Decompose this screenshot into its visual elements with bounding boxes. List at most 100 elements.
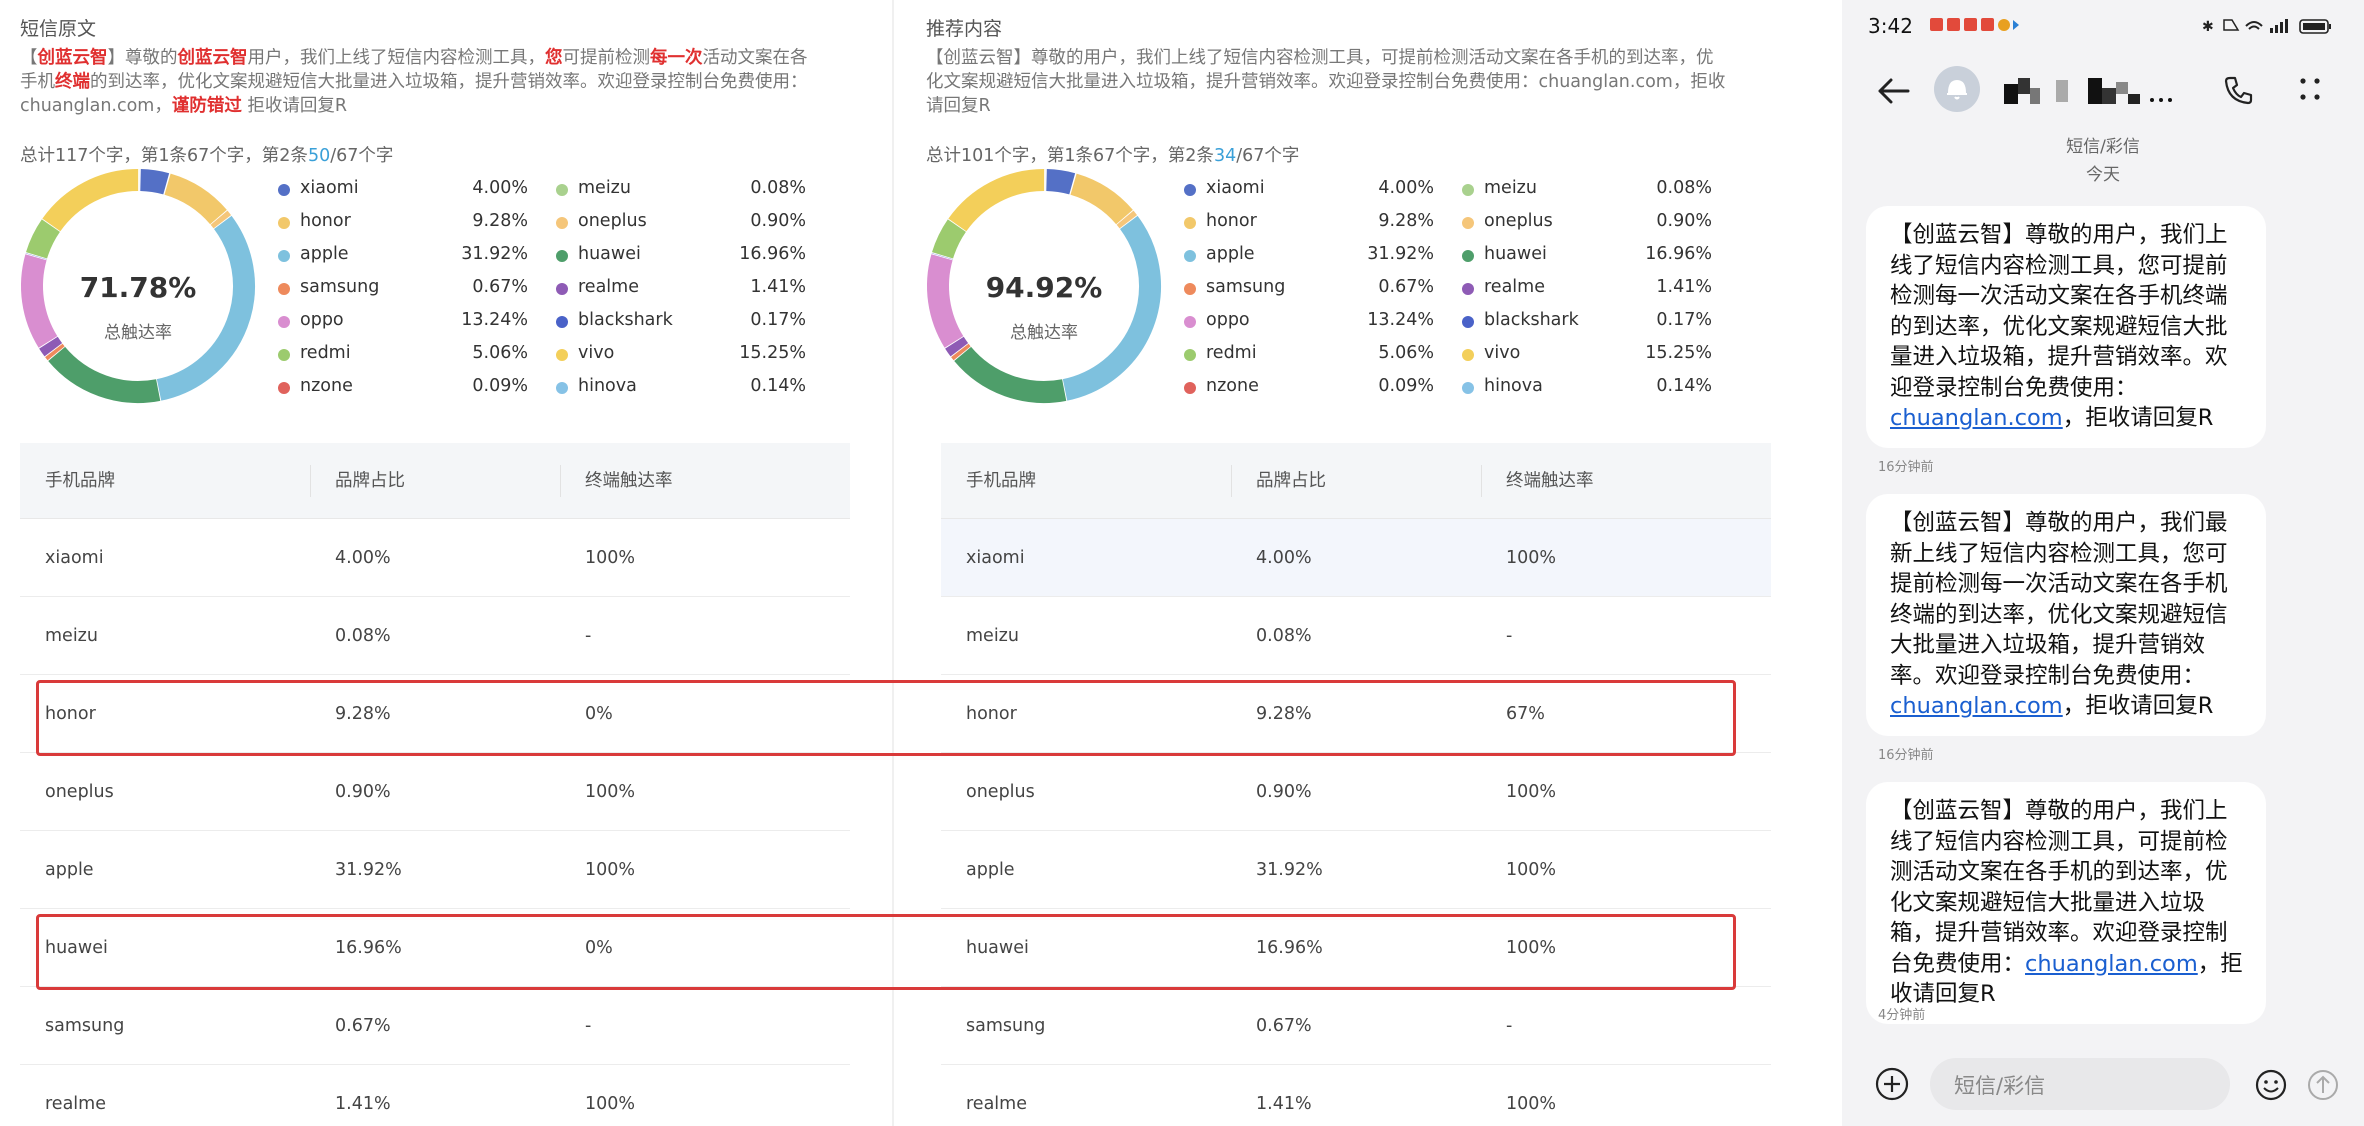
emoji-icon[interactable]	[2254, 1068, 2288, 1102]
donut-slice-apple[interactable]	[156, 215, 255, 401]
legend-item-samsung[interactable]: samsung 0.67%	[1184, 277, 1434, 301]
legend-item-meizu[interactable]: meizu 0.08%	[1462, 178, 1712, 202]
legend-item-redmi[interactable]: redmi 5.06%	[1184, 343, 1434, 367]
legend-color-dot	[1462, 250, 1474, 262]
donut-slice-vivo[interactable]	[42, 169, 139, 232]
message-bubble[interactable]: 【创蓝云智】尊敬的用户，我们上线了短信内容检测工具，可提前检测活动文案在各手机的…	[1866, 782, 2266, 1024]
table-row-meizu[interactable]: meizu 0.08% -	[20, 597, 850, 675]
donut-slice-honor[interactable]	[164, 173, 227, 225]
legend-value: 0.14%	[750, 376, 806, 396]
redacted-contact-name	[2004, 74, 2184, 108]
table-row-realme[interactable]: realme 1.41% 100%	[20, 1065, 850, 1126]
message-bubble[interactable]: 【创蓝云智】尊敬的用户，我们上线了短信内容检测工具，您可提前检测每一次活动文案在…	[1866, 206, 2266, 448]
cell-reach-rate: -	[585, 626, 592, 646]
contact-avatar[interactable]	[1934, 66, 1980, 112]
table-row-oneplus[interactable]: oneplus 0.90% 100%	[941, 753, 1771, 831]
legend-item-hinova[interactable]: hinova 0.14%	[556, 376, 806, 400]
message-link[interactable]: chuanglan.com	[1890, 693, 2063, 719]
cell-brand: samsung	[966, 1016, 1046, 1036]
legend-value: 0.09%	[1378, 376, 1434, 396]
donut-slice-apple[interactable]	[1062, 215, 1161, 401]
donut-slice-huawei[interactable]	[48, 346, 161, 403]
message-bubble[interactable]: 【创蓝云智】尊敬的用户，我们最新上线了短信内容检测工具，您可提前检测每一次活动文…	[1866, 494, 2266, 736]
legend-brand: nzone	[300, 376, 353, 396]
legend-item-nzone[interactable]: nzone 0.09%	[1184, 376, 1434, 400]
message-link[interactable]: chuanglan.com	[2025, 951, 2198, 977]
donut-slice-xiaomi[interactable]	[1045, 169, 1076, 195]
table-row-xiaomi[interactable]: xiaomi 4.00% 100%	[20, 519, 850, 597]
legend-item-honor[interactable]: honor 9.28%	[278, 211, 528, 235]
table-row-oneplus[interactable]: oneplus 0.90% 100%	[20, 753, 850, 831]
legend-value: 5.06%	[472, 343, 528, 363]
legend-item-blackshark[interactable]: blackshark 0.17%	[1462, 310, 1712, 334]
legend-color-dot	[278, 217, 290, 229]
legend-item-huawei[interactable]: huawei 16.96%	[556, 244, 806, 268]
cell-reach-rate: -	[1506, 1016, 1513, 1036]
legend-color-dot	[556, 283, 568, 295]
legend-brand: nzone	[1206, 376, 1259, 396]
word-count-stats: 总计117个字，第1条67个字，第2条50/67个字	[20, 142, 393, 167]
legend-item-huawei[interactable]: huawei 16.96%	[1462, 244, 1712, 268]
stats-suffix: /67个字	[1236, 146, 1300, 166]
back-arrow-icon[interactable]	[1876, 76, 1912, 106]
legend-item-realme[interactable]: realme 1.41%	[1462, 277, 1712, 301]
legend-color-dot	[556, 184, 568, 196]
donut-slice-oneplus[interactable]	[210, 210, 232, 229]
donut-slice-realme[interactable]	[945, 336, 969, 357]
legend-item-redmi[interactable]: redmi 5.06%	[278, 343, 528, 367]
stats-highlight: 34	[1213, 146, 1237, 166]
donut-slice-honor[interactable]	[1070, 173, 1133, 225]
legend-item-oppo[interactable]: oppo 13.24%	[278, 310, 528, 334]
legend-color-dot	[1462, 184, 1474, 196]
table-row-apple[interactable]: apple 31.92% 100%	[941, 831, 1771, 909]
donut-slice-vivo[interactable]	[948, 169, 1045, 232]
donut-slice-oneplus[interactable]	[1116, 210, 1138, 229]
add-attachment-icon[interactable]	[1874, 1066, 1910, 1102]
legend-item-hinova[interactable]: hinova 0.14%	[1462, 376, 1712, 400]
donut-slice-redmi[interactable]	[932, 219, 967, 259]
legend-item-realme[interactable]: realme 1.41%	[556, 277, 806, 301]
huawei-highlight-box	[36, 914, 1736, 990]
header-brand: 手机品牌	[45, 471, 115, 491]
table-row-samsung[interactable]: samsung 0.67% -	[20, 987, 850, 1065]
legend-item-blackshark[interactable]: blackshark 0.17%	[556, 310, 806, 334]
send-icon[interactable]	[2306, 1068, 2340, 1102]
status-time: 3:42	[1868, 14, 1913, 38]
message-link[interactable]: chuanglan.com	[1890, 405, 2063, 431]
legend-item-oppo[interactable]: oppo 13.24%	[1184, 310, 1434, 334]
legend-color-dot	[1184, 283, 1196, 295]
legend-item-apple[interactable]: apple 31.92%	[278, 244, 528, 268]
donut-slice-redmi[interactable]	[26, 219, 61, 259]
legend-item-honor[interactable]: honor 9.28%	[1184, 211, 1434, 235]
cell-share: 4.00%	[1256, 548, 1312, 568]
cell-brand: oneplus	[45, 782, 114, 802]
more-options-icon[interactable]	[2297, 74, 2323, 104]
legend-color-dot	[278, 250, 290, 262]
message-input[interactable]: 短信/彩信	[1930, 1058, 2230, 1110]
brand-table: 手机品牌 品牌占比 终端触达率 xiaomi 4.00% 100% meizu 0.08% - h…	[20, 443, 850, 1126]
legend-item-oneplus[interactable]: oneplus 0.90%	[1462, 211, 1712, 235]
donut-slice-huawei[interactable]	[954, 346, 1067, 403]
table-row-samsung[interactable]: samsung 0.67% -	[941, 987, 1771, 1065]
table-row-xiaomi[interactable]: xiaomi 4.00% 100%	[941, 519, 1771, 597]
legend-item-xiaomi[interactable]: xiaomi 4.00%	[278, 178, 528, 202]
cell-share: 0.67%	[335, 1016, 391, 1036]
sms-text: 【创蓝云智】尊敬的用户，我们上线了短信内容检测工具，可提前检测活动文案在各手机的…	[926, 46, 1726, 118]
donut-slice-samsung[interactable]	[45, 343, 65, 361]
table-row-apple[interactable]: apple 31.92% 100%	[20, 831, 850, 909]
donut-slice-samsung[interactable]	[951, 343, 971, 361]
legend-item-samsung[interactable]: samsung 0.67%	[278, 277, 528, 301]
stats-highlight: 50	[307, 146, 331, 166]
legend-item-apple[interactable]: apple 31.92%	[1184, 244, 1434, 268]
legend-item-oneplus[interactable]: oneplus 0.90%	[556, 211, 806, 235]
donut-slice-realme[interactable]	[39, 336, 63, 357]
table-row-realme[interactable]: realme 1.41% 100%	[941, 1065, 1771, 1126]
phone-call-icon[interactable]	[2222, 74, 2254, 106]
table-row-meizu[interactable]: meizu 0.08% -	[941, 597, 1771, 675]
legend-item-xiaomi[interactable]: xiaomi 4.00%	[1184, 178, 1434, 202]
legend-item-nzone[interactable]: nzone 0.09%	[278, 376, 528, 400]
legend-item-vivo[interactable]: vivo 15.25%	[1462, 343, 1712, 367]
donut-slice-xiaomi[interactable]	[139, 169, 170, 195]
legend-item-vivo[interactable]: vivo 15.25%	[556, 343, 806, 367]
legend-item-meizu[interactable]: meizu 0.08%	[556, 178, 806, 202]
